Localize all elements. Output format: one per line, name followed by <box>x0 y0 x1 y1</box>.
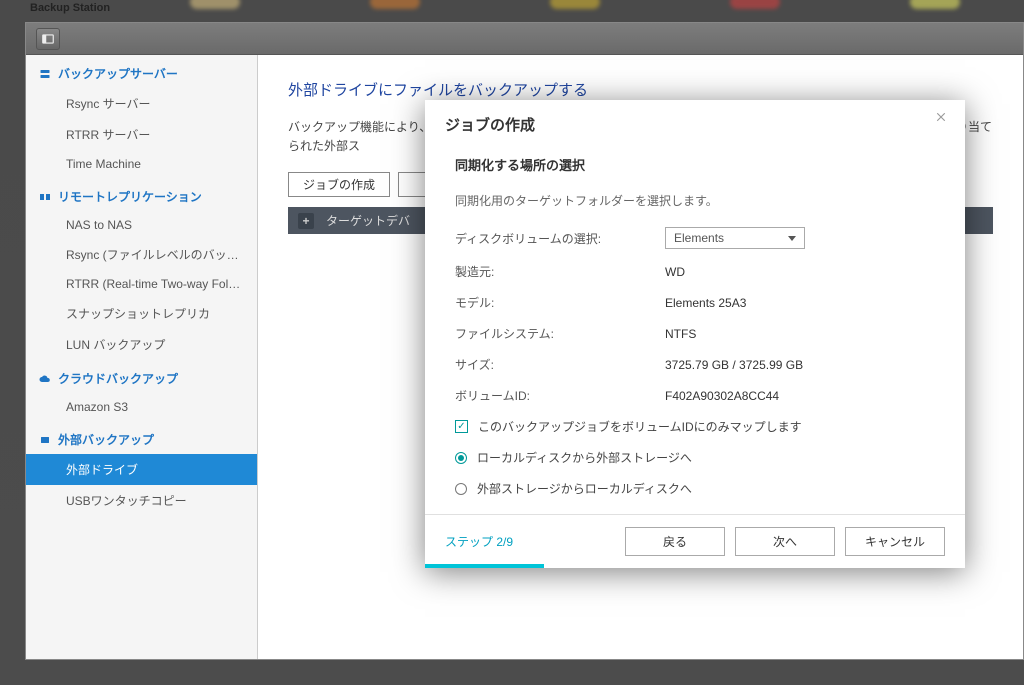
wizard-progress-bar <box>425 564 544 568</box>
sidebar-item-amazon-s3[interactable]: Amazon S3 <box>26 393 257 421</box>
direction-external-to-local-label: 外部ストレージからローカルディスクへ <box>477 480 692 497</box>
model-value: Elements 25A3 <box>665 296 746 310</box>
dialog-section-title: 同期化する場所の選択 <box>455 155 935 174</box>
direction-local-to-external-radio[interactable] <box>455 452 467 464</box>
sidebar-item-rsync-file[interactable]: Rsync (ファイルレベルのバック... <box>26 239 257 270</box>
manufacturer-value: WD <box>665 265 685 279</box>
sidebar-item-external-drive[interactable]: 外部ドライブ <box>26 454 257 485</box>
direction-local-to-external-label: ローカルディスクから外部ストレージへ <box>477 449 692 466</box>
sidebar-group-remote-replication[interactable]: リモートレプリケーション <box>26 178 257 211</box>
manufacturer-label: 製造元: <box>455 263 665 280</box>
model-label: モデル: <box>455 294 665 311</box>
table-col-target-device: ターゲットデバ <box>326 212 410 229</box>
volume-id-value: F402A90302A8CC44 <box>665 389 779 403</box>
volume-id-label: ボリュームID: <box>455 387 665 404</box>
sidebar-item-snapshot-replica[interactable]: スナップショットレプリカ <box>26 298 257 329</box>
expand-icon[interactable]: + <box>298 213 314 229</box>
sidebar-group-label: クラウドバックアップ <box>58 370 178 387</box>
map-volume-id-label: このバックアップジョブをボリュームIDにのみマップします <box>478 418 802 435</box>
window-title: Backup Station <box>30 2 110 14</box>
disk-volume-select[interactable]: Elements <box>665 227 805 249</box>
sidebar-item-nas-to-nas[interactable]: NAS to NAS <box>26 211 257 239</box>
cloud-icon <box>38 373 52 385</box>
sidebar-group-label: バックアップサーバー <box>58 65 178 82</box>
dialog-title: ジョブの作成 <box>425 100 965 141</box>
sidebar-item-rtrr-server[interactable]: RTRR サーバー <box>26 119 257 150</box>
sidebar-group-cloud-backup[interactable]: クラウドバックアップ <box>26 360 257 393</box>
chevron-down-icon <box>788 236 796 241</box>
external-icon <box>38 434 52 446</box>
disk-volume-label: ディスクボリュームの選択: <box>455 230 665 247</box>
page-title: 外部ドライブにファイルをバックアップする <box>288 79 993 100</box>
create-job-dialog: ジョブの作成 同期化する場所の選択 同期化用のターゲットフォルダーを選択します。… <box>425 100 965 568</box>
filesystem-value: NTFS <box>665 327 696 341</box>
close-button[interactable] <box>935 110 951 126</box>
back-button[interactable]: 戻る <box>625 527 725 556</box>
secondary-button[interactable] <box>398 172 428 197</box>
background-app-icons <box>0 0 1024 20</box>
sidebar-item-lun-backup[interactable]: LUN バックアップ <box>26 329 257 360</box>
close-icon <box>935 111 947 123</box>
step-indicator: ステップ 2/9 <box>445 533 513 550</box>
sidebar-group-label: リモートレプリケーション <box>58 188 202 205</box>
size-label: サイズ: <box>455 356 665 373</box>
size-value: 3725.79 GB / 3725.99 GB <box>665 358 803 372</box>
sidebar-group-label: 外部バックアップ <box>58 431 154 448</box>
sidebar-item-rsync-server[interactable]: Rsync サーバー <box>26 88 257 119</box>
create-job-button[interactable]: ジョブの作成 <box>288 172 390 197</box>
sidebar-group-backup-server[interactable]: バックアップサーバー <box>26 55 257 88</box>
filesystem-label: ファイルシステム: <box>455 325 665 342</box>
toolbar <box>26 23 1023 55</box>
map-volume-id-checkbox[interactable]: ✓ <box>455 420 468 433</box>
replicate-icon <box>38 191 52 203</box>
sidebar: バックアップサーバー Rsync サーバー RTRR サーバー Time Mac… <box>26 55 258 659</box>
sidebar-item-rtrr-realtime[interactable]: RTRR (Real-time Two-way Folde... <box>26 270 257 298</box>
sidebar-item-usb-one-touch[interactable]: USBワンタッチコピー <box>26 485 257 516</box>
server-icon <box>38 68 52 80</box>
sidebar-item-time-machine[interactable]: Time Machine <box>26 150 257 178</box>
direction-external-to-local-radio[interactable] <box>455 483 467 495</box>
toolbar-panel-button[interactable] <box>36 28 60 50</box>
sidebar-group-external-backup[interactable]: 外部バックアップ <box>26 421 257 454</box>
cancel-button[interactable]: キャンセル <box>845 527 945 556</box>
panel-icon <box>41 32 55 46</box>
select-value: Elements <box>674 231 724 245</box>
dialog-hint: 同期化用のターゲットフォルダーを選択します。 <box>455 192 935 209</box>
next-button[interactable]: 次へ <box>735 527 835 556</box>
